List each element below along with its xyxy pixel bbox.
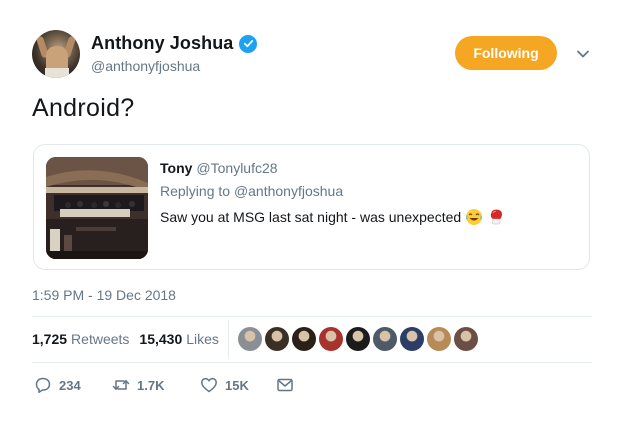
divider [32,362,592,363]
author-info: Anthony Joshua @anthonyfjoshua [91,33,258,74]
retweets-label[interactable]: Retweets [71,331,129,347]
quoted-tweet-text: Saw you at MSG last sat night - was unex… [160,209,462,225]
divider [32,316,592,317]
tweet-actions: 234 1.7K 15K [34,376,294,394]
quoted-tweet-image[interactable] [46,157,148,259]
liker-avatar[interactable] [238,327,262,351]
likers-avatars [238,327,478,351]
author-handle[interactable]: @anthonyfjoshua [91,58,257,74]
like-count: 15K [225,377,249,393]
tweet-text: Android? [32,94,135,122]
face-with-tears-of-joy-icon [466,209,483,225]
quoted-author-name[interactable]: Tony [160,160,192,176]
replying-to-handle[interactable]: @anthonyfjoshua [234,183,343,199]
boxing-glove-icon [490,209,503,225]
following-button[interactable]: Following [455,36,557,70]
retweet-button[interactable]: 1.7K [112,376,200,394]
author-display-name[interactable]: Anthony Joshua [91,33,233,54]
chevron-down-icon[interactable] [575,46,591,62]
likes-count[interactable]: 15,430 [139,331,182,347]
replying-to: Replying to @anthonyfjoshua [160,183,577,199]
like-button[interactable]: 15K [200,376,276,394]
direct-message-button[interactable] [276,376,294,394]
heart-icon [201,377,217,393]
liker-avatar[interactable] [427,327,451,351]
replying-to-label: Replying to [160,183,231,199]
liker-avatar[interactable] [454,327,478,351]
reply-icon [35,377,51,394]
tweet-stats: 1,725 Retweets 15,430 Likes [32,331,229,347]
tweet-card: Anthony Joshua @anthonyfjoshua Following… [0,0,624,425]
reply-button[interactable]: 234 [34,376,112,394]
reply-count: 234 [59,377,81,393]
quoted-author-handle[interactable]: @Tonylufc28 [196,160,277,176]
liker-avatar[interactable] [265,327,289,351]
liker-avatar[interactable] [400,327,424,351]
quoted-tweet[interactable]: Tony @Tonylufc28 Replying to @anthonyfjos… [33,144,590,270]
stats-separator [228,320,229,358]
liker-avatar[interactable] [319,327,343,351]
verified-badge-icon [239,34,258,53]
arena-photo [46,157,148,259]
liker-avatar[interactable] [346,327,370,351]
liker-avatar[interactable] [292,327,316,351]
likes-label[interactable]: Likes [186,331,219,347]
liker-avatar[interactable] [373,327,397,351]
retweets-count[interactable]: 1,725 [32,331,67,347]
quoted-tweet-text-row: Saw you at MSG last sat night - was unex… [160,208,577,226]
tweet-timestamp[interactable]: 1:59 PM - 19 Dec 2018 [32,287,176,303]
author-avatar[interactable] [32,30,80,78]
retweet-icon [112,380,130,390]
retweet-count: 1.7K [137,377,165,393]
envelope-icon [277,378,293,392]
